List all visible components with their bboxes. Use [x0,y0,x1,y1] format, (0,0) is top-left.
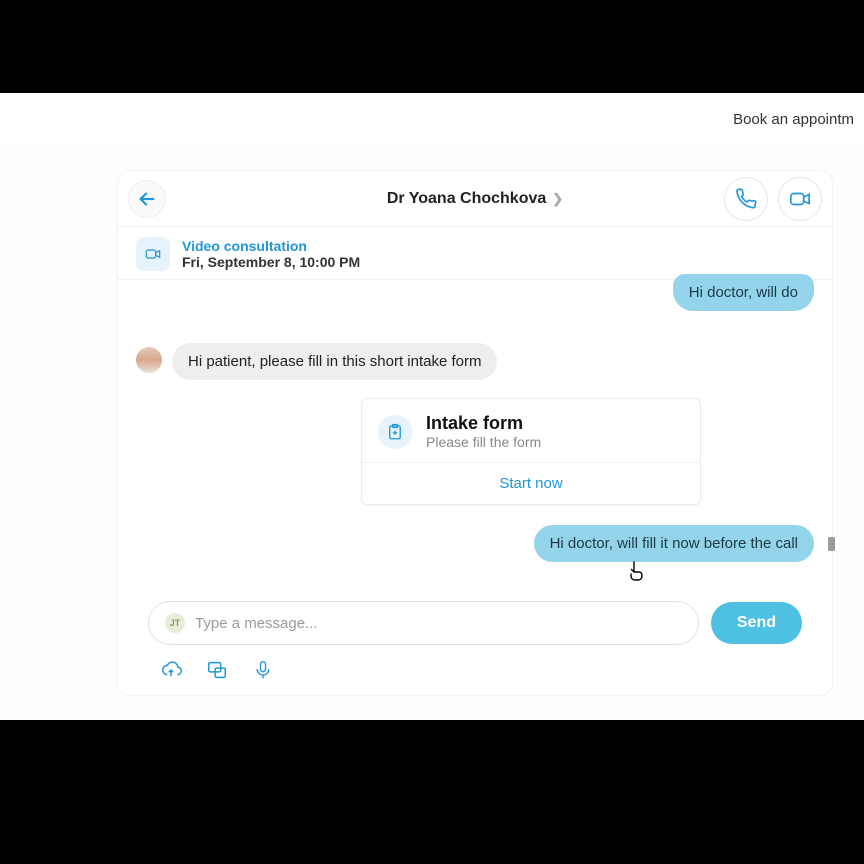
book-appointment-link[interactable]: Book an appointm [733,111,854,128]
input-row: JT Send [148,601,802,645]
outgoing-message-row: Hi doctor, will fill it now before the c… [136,525,814,562]
banner-datetime: Fri, September 8, 10:00 PM [182,254,360,270]
consultation-banner[interactable]: Video consultation Fri, September 8, 10:… [118,229,832,280]
chat-header: Dr Yoana Chochkova ❯ [118,171,832,227]
chevron-right-icon: ❯ [552,191,563,207]
upload-button[interactable] [160,659,182,681]
header-actions [724,177,822,221]
conversation-title[interactable]: Dr Yoana Chochkova ❯ [387,190,563,208]
video-call-button[interactable] [778,177,822,221]
mic-button[interactable] [252,659,274,681]
camera-icon [144,246,162,262]
cloud-upload-icon [160,659,182,681]
doctor-name: Dr Yoana Chochkova [387,190,546,208]
banner-icon-box [136,237,170,271]
video-icon [788,188,812,210]
outgoing-message: Hi doctor, will fill it now before the c… [534,525,814,562]
attach-button[interactable] [206,659,228,681]
arrow-left-icon [136,188,158,210]
phone-icon [735,188,757,210]
user-badge: JT [165,613,185,633]
top-letterbox [0,0,864,93]
back-button[interactable] [128,180,166,218]
share-screen-icon [206,659,228,681]
bottom-letterbox [0,720,864,864]
chat-container: Dr Yoana Chochkova ❯ Video consultation … [118,171,832,695]
card-title: Intake form [426,413,541,434]
tool-row [148,645,802,681]
microphone-icon [253,659,273,681]
outgoing-message: Hi doctor, will do [673,274,814,311]
start-now-button[interactable]: Start now [362,463,700,504]
banner-text: Video consultation Fri, September 8, 10:… [182,238,360,270]
message-list: Hi doctor, will do Hi patient, please fi… [118,280,832,570]
card-header: Intake form Please fill the form [362,399,700,462]
intake-form-card: Intake form Please fill the form Start n… [361,398,701,505]
outgoing-message-row: Hi doctor, will do [136,274,814,311]
send-button[interactable]: Send [711,602,802,644]
incoming-message-row: Hi patient, please fill in this short in… [136,343,814,380]
call-button[interactable] [724,177,768,221]
banner-title: Video consultation [182,238,360,254]
card-icon-box [378,415,412,449]
incoming-message: Hi patient, please fill in this short in… [172,343,497,380]
cursor-pointer-icon [628,561,644,586]
avatar [136,347,162,373]
card-subtitle: Please fill the form [426,434,541,450]
card-text: Intake form Please fill the form [426,413,541,450]
page-area: Book an appointm Dr Yoana Chochkova ❯ [0,93,864,720]
message-input[interactable] [195,615,682,632]
composer: JT Send [148,601,802,681]
clipboard-plus-icon [386,423,404,441]
top-bar: Book an appointm [0,93,864,145]
scrollbar-thumb[interactable] [828,537,835,551]
message-input-wrap[interactable]: JT [148,601,699,645]
